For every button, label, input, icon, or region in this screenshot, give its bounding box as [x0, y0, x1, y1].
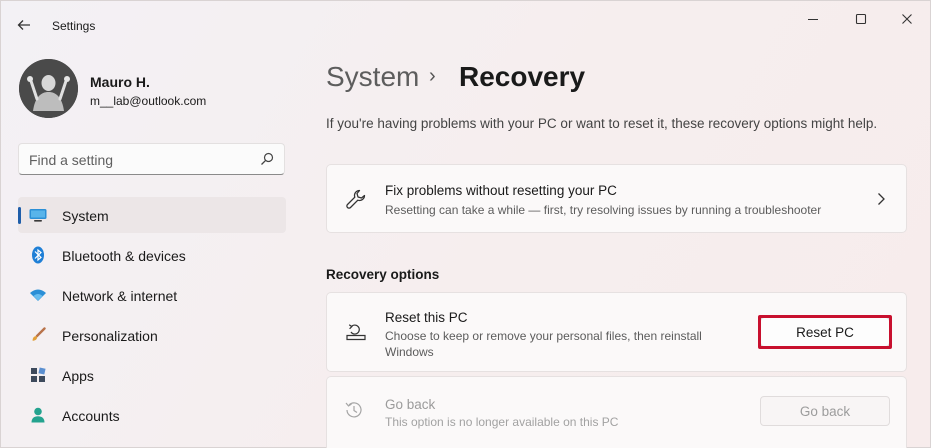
sidebar-item-system[interactable]: System [18, 197, 286, 233]
reset-card-title: Reset this PC [385, 310, 468, 325]
reset-pc-icon [346, 324, 366, 341]
section-heading: Recovery options [326, 267, 440, 282]
intro-text: If you're having problems with your PC o… [326, 116, 878, 131]
go-back-button[interactable]: Go back [760, 396, 890, 426]
bluetooth-icon [29, 246, 47, 264]
highlight-box [758, 315, 892, 349]
sidebar-item-label: Accounts [62, 408, 120, 424]
sidebar-item-label: Apps [62, 368, 94, 384]
chevron-right-icon [878, 193, 885, 205]
reset-pc-card: Reset this PC Choose to keep or remove y… [326, 292, 907, 372]
profile-email: m__lab@outlook.com [90, 94, 207, 108]
search-icon [261, 152, 274, 165]
minimize-button[interactable] [793, 7, 833, 31]
go-back-card-description: This option is no longer available on th… [385, 415, 619, 429]
fix-card-description: Resetting can take a while — first, try … [385, 203, 822, 217]
maximize-button[interactable] [841, 7, 881, 31]
apps-icon [29, 367, 47, 383]
system-display-icon [29, 207, 47, 223]
reset-card-description: Choose to keep or remove your personal f… [385, 329, 702, 359]
paintbrush-icon [29, 327, 47, 343]
close-icon [902, 14, 912, 24]
app-title: Settings [52, 19, 96, 33]
sidebar-item-label: Bluetooth & devices [62, 248, 186, 264]
title-bar: Settings [1, 1, 931, 41]
minimize-icon [808, 19, 818, 20]
go-back-card-title: Go back [385, 397, 436, 412]
maximize-icon [855, 13, 867, 25]
fix-problems-card[interactable]: Fix problems without resetting your PC R… [326, 164, 907, 233]
back-arrow-icon [17, 20, 30, 30]
sidebar-item-bluetooth[interactable]: Bluetooth & devices [18, 237, 286, 273]
active-indicator [18, 207, 21, 224]
sidebar-item-label: System [62, 208, 109, 224]
sidebar-nav: System Bluetooth & devices Network & int… [18, 197, 286, 437]
sidebar-item-accounts[interactable]: Accounts [18, 397, 286, 433]
search-input[interactable]: Find a setting [18, 143, 285, 175]
history-icon [345, 402, 362, 418]
person-icon [29, 407, 47, 423]
sidebar-item-apps[interactable]: Apps [18, 357, 286, 393]
profile-name: Mauro H. [90, 74, 150, 90]
page-title: Recovery [459, 61, 586, 92]
wifi-icon [29, 287, 47, 303]
fix-card-title: Fix problems without resetting your PC [385, 183, 617, 198]
sidebar-item-label: Network & internet [62, 288, 178, 304]
settings-window: Settings Mauro H. m__lab@outlook.com Fin… [0, 0, 931, 448]
avatar-image [19, 59, 78, 118]
sidebar-item-network[interactable]: Network & internet [18, 277, 286, 313]
back-button[interactable] [11, 12, 37, 38]
breadcrumb-separator: › [429, 65, 436, 87]
close-button[interactable] [887, 7, 927, 31]
avatar [19, 59, 78, 118]
sidebar-item-personalization[interactable]: Personalization [18, 317, 286, 353]
sidebar-item-label: Personalization [62, 328, 158, 344]
breadcrumb-parent[interactable]: System [326, 61, 419, 93]
wrench-icon [346, 189, 366, 209]
go-back-card: Go back This option is no longer availab… [326, 376, 907, 448]
search-placeholder: Find a setting [29, 152, 114, 168]
